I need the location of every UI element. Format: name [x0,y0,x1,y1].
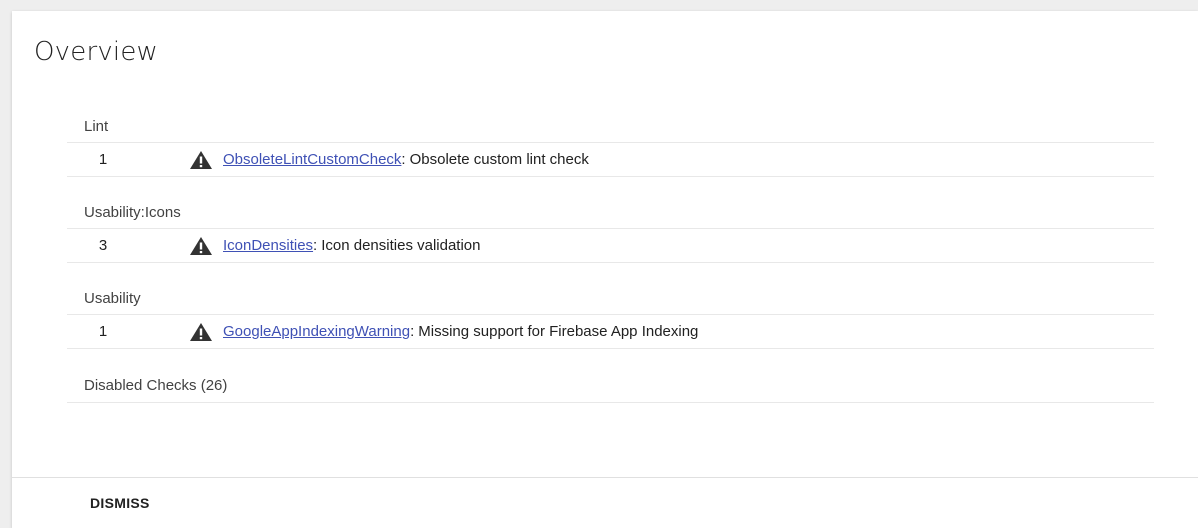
issue-separator: : [410,323,415,340]
issue-separator: : [401,151,406,168]
warning-icon [190,322,212,341]
category-header-usability-icons: Usability:Icons [67,197,1154,229]
issue-list: Lint 1 ObsoleteLintCustomCheck: Obsolete… [67,111,1154,403]
overview-card: Overview Lint 1 ObsoleteLintCustomCheck:… [12,11,1198,528]
issue-description: Missing support for Firebase App Indexin… [418,323,699,340]
issue-count: 1 [98,151,108,168]
category-header-usability: Usability [67,283,1154,315]
issue-link[interactable]: ObsoleteLintCustomCheck [223,151,401,168]
issue-row: 3 IconDensities: Icon densities validati… [67,229,1154,263]
issue-separator: : [313,237,318,254]
issue-link[interactable]: IconDensities [223,237,313,254]
issue-description: Obsolete custom lint check [409,151,589,168]
disabled-checks-row[interactable]: Disabled Checks (26) [67,369,1154,403]
warning-icon [190,150,212,169]
page-title: Overview [34,37,159,67]
card-footer: DISMISS [12,477,1198,528]
issue-description: Icon densities validation [321,237,481,254]
dismiss-button[interactable]: DISMISS [90,495,150,511]
issue-count: 1 [98,323,108,340]
category-header-lint: Lint [67,111,1154,143]
warning-icon [190,236,212,255]
issue-link[interactable]: GoogleAppIndexingWarning [223,323,410,340]
issue-row: 1 ObsoleteLintCustomCheck: Obsolete cust… [67,143,1154,177]
issue-row: 1 GoogleAppIndexingWarning: Missing supp… [67,315,1154,349]
issue-count: 3 [98,237,108,254]
